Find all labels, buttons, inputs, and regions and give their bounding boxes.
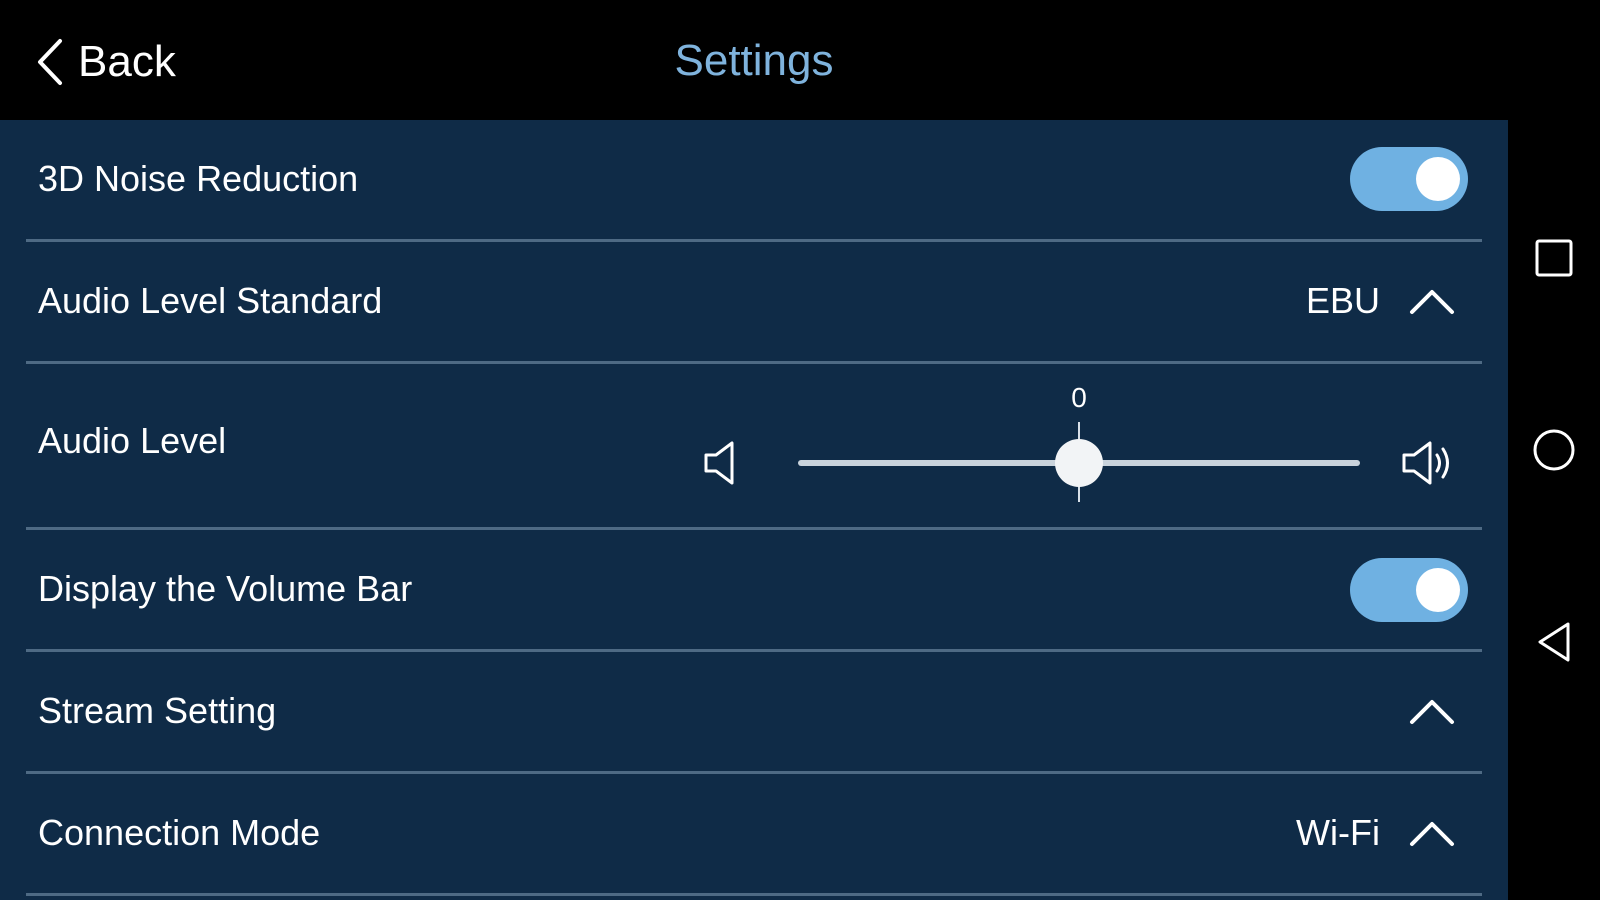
setting-row-stream-setting[interactable]: Stream Setting xyxy=(26,652,1482,774)
audio-level-slider-thumb[interactable] xyxy=(1055,439,1103,487)
chevron-up-icon[interactable] xyxy=(1408,816,1456,848)
chevron-up-icon[interactable] xyxy=(1408,284,1456,316)
setting-row-audio-level: Audio Level 0 xyxy=(26,364,1482,530)
recents-square-icon xyxy=(1535,239,1573,277)
system-nav-bar xyxy=(1508,0,1600,900)
audio-level-value: 0 xyxy=(1071,382,1087,413)
settings-list: 3D Noise Reduction Audio Level Standard … xyxy=(0,120,1508,900)
chevron-up-icon[interactable] xyxy=(1408,694,1456,726)
connection-mode-value: Wi-Fi xyxy=(1296,812,1380,853)
display-volume-bar-toggle[interactable] xyxy=(1350,558,1468,622)
toggle-knob xyxy=(1416,568,1460,612)
setting-row-noise-reduction: 3D Noise Reduction xyxy=(26,120,1482,242)
noise-reduction-toggle[interactable] xyxy=(1350,147,1468,211)
audio-standard-value: EBU xyxy=(1305,280,1380,321)
page-title: Settings xyxy=(674,36,834,85)
toggle-knob xyxy=(1416,157,1460,201)
system-back-button[interactable] xyxy=(1530,618,1578,666)
home-circle-icon xyxy=(1533,429,1575,471)
setting-label: Audio Level Standard xyxy=(38,280,383,321)
setting-label: Display the Volume Bar xyxy=(38,568,413,609)
recents-button[interactable] xyxy=(1530,234,1578,282)
setting-row-audio-level-standard[interactable]: Audio Level Standard EBU xyxy=(26,242,1482,364)
speaker-low-icon[interactable] xyxy=(702,438,742,488)
row-divider xyxy=(26,893,1482,896)
settings-screen: Back Settings 3D Noise Reduction Audio L… xyxy=(0,0,1600,900)
header-bar: Back Settings xyxy=(0,0,1508,120)
setting-row-display-volume-bar: Display the Volume Bar xyxy=(26,530,1482,652)
setting-label: Audio Level xyxy=(38,420,227,461)
home-button[interactable] xyxy=(1530,426,1578,474)
back-triangle-icon xyxy=(1538,622,1570,662)
setting-label: Stream Setting xyxy=(38,690,277,731)
setting-row-connection-mode[interactable]: Connection Mode Wi-Fi xyxy=(26,774,1482,896)
speaker-high-icon[interactable] xyxy=(1400,438,1460,488)
setting-label: 3D Noise Reduction xyxy=(38,158,359,199)
setting-label: Connection Mode xyxy=(38,812,321,853)
